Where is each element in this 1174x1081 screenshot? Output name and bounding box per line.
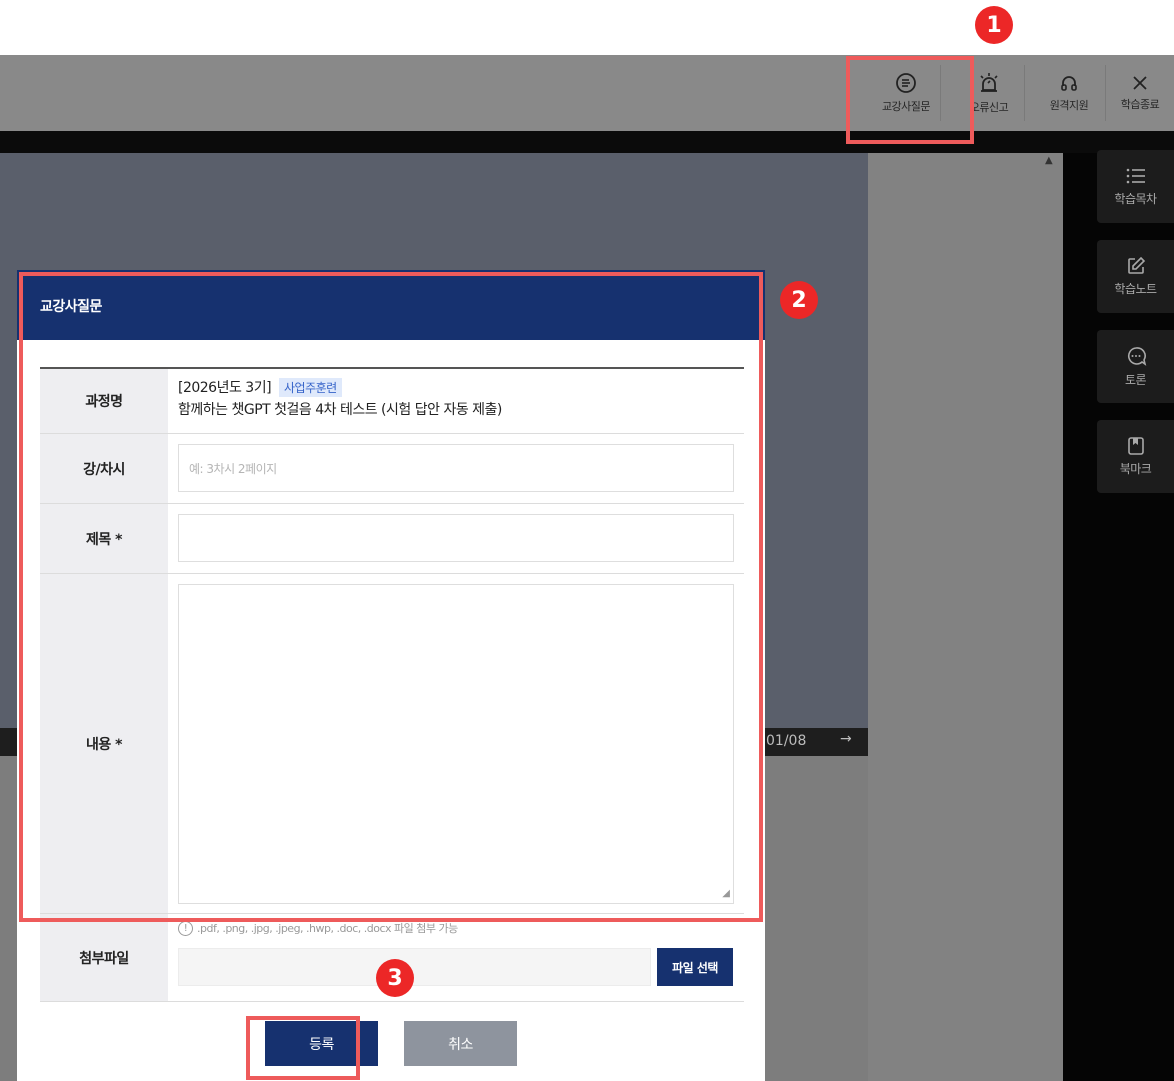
- cancel-button[interactable]: 취소: [404, 1021, 517, 1066]
- toolbar-end-learning-button[interactable]: 학습종료: [1106, 55, 1174, 131]
- edit-icon: [1127, 256, 1145, 274]
- annotation-marker-1: 1: [975, 6, 1013, 44]
- attachment-label: 첨부파일: [40, 914, 168, 1001]
- top-toolbar: 교강사질문 오류신고 원격지원 학습종료: [0, 55, 1174, 131]
- sidebar-item-label: 토론: [1124, 373, 1147, 387]
- attachment-value-cell: ! .pdf, .png, .jpg, .jpeg, .hwp, .doc, .…: [168, 914, 744, 1001]
- close-icon: [1133, 76, 1147, 90]
- sidebar-item-label: 북마크: [1119, 462, 1152, 476]
- highlight-box-toolbar: [846, 56, 974, 144]
- info-icon: !: [178, 920, 193, 936]
- toolbar-divider: [1024, 65, 1025, 121]
- page: 교강사질문 오류신고 원격지원 학습종료 01/08 → ▲ 학습목차 학습노트…: [0, 0, 1174, 1081]
- sidebar-item-notes[interactable]: 학습노트: [1097, 240, 1174, 313]
- list-icon: [1126, 168, 1145, 184]
- scroll-up-arrow-icon[interactable]: ▲: [1045, 155, 1053, 166]
- file-name-field[interactable]: [178, 948, 651, 986]
- chat-bubble-icon: [1127, 347, 1146, 366]
- toolbar-item-label: 학습종료: [1120, 98, 1160, 111]
- toolbar-item-label: 원격지원: [1049, 99, 1089, 112]
- sidebar-item-label: 학습목차: [1114, 192, 1157, 206]
- sidebar-item-label: 학습노트: [1114, 282, 1157, 296]
- page-counter: 01/08: [766, 733, 807, 749]
- bookmark-icon: [1127, 437, 1144, 455]
- siren-icon: [980, 73, 998, 92]
- annotation-marker-2: 2: [780, 281, 818, 319]
- sidebar-item-discussion[interactable]: 토론: [1097, 330, 1174, 403]
- sidebar-item-bookmark[interactable]: 북마크: [1097, 420, 1174, 493]
- annotation-marker-3: 3: [376, 959, 414, 997]
- toolbar-shadow-bar: [0, 131, 1174, 153]
- toolbar-item-label: 오류신고: [969, 101, 1009, 114]
- file-select-button[interactable]: 파일 선택: [657, 948, 733, 986]
- highlight-box-form: [19, 272, 763, 922]
- sidebar-item-contents[interactable]: 학습목차: [1097, 150, 1174, 223]
- attachment-note: ! .pdf, .png, .jpg, .jpeg, .hwp, .doc, .…: [178, 920, 458, 936]
- highlight-box-submit: [246, 1016, 360, 1080]
- headset-icon: [1061, 76, 1077, 91]
- next-page-arrow-icon[interactable]: →: [840, 731, 852, 747]
- attachment-note-text: .pdf, .png, .jpg, .jpeg, .hwp, .doc, .do…: [197, 922, 458, 935]
- toolbar-remote-support-button[interactable]: 원격지원: [1035, 55, 1103, 131]
- right-panel-area: [868, 153, 1063, 1081]
